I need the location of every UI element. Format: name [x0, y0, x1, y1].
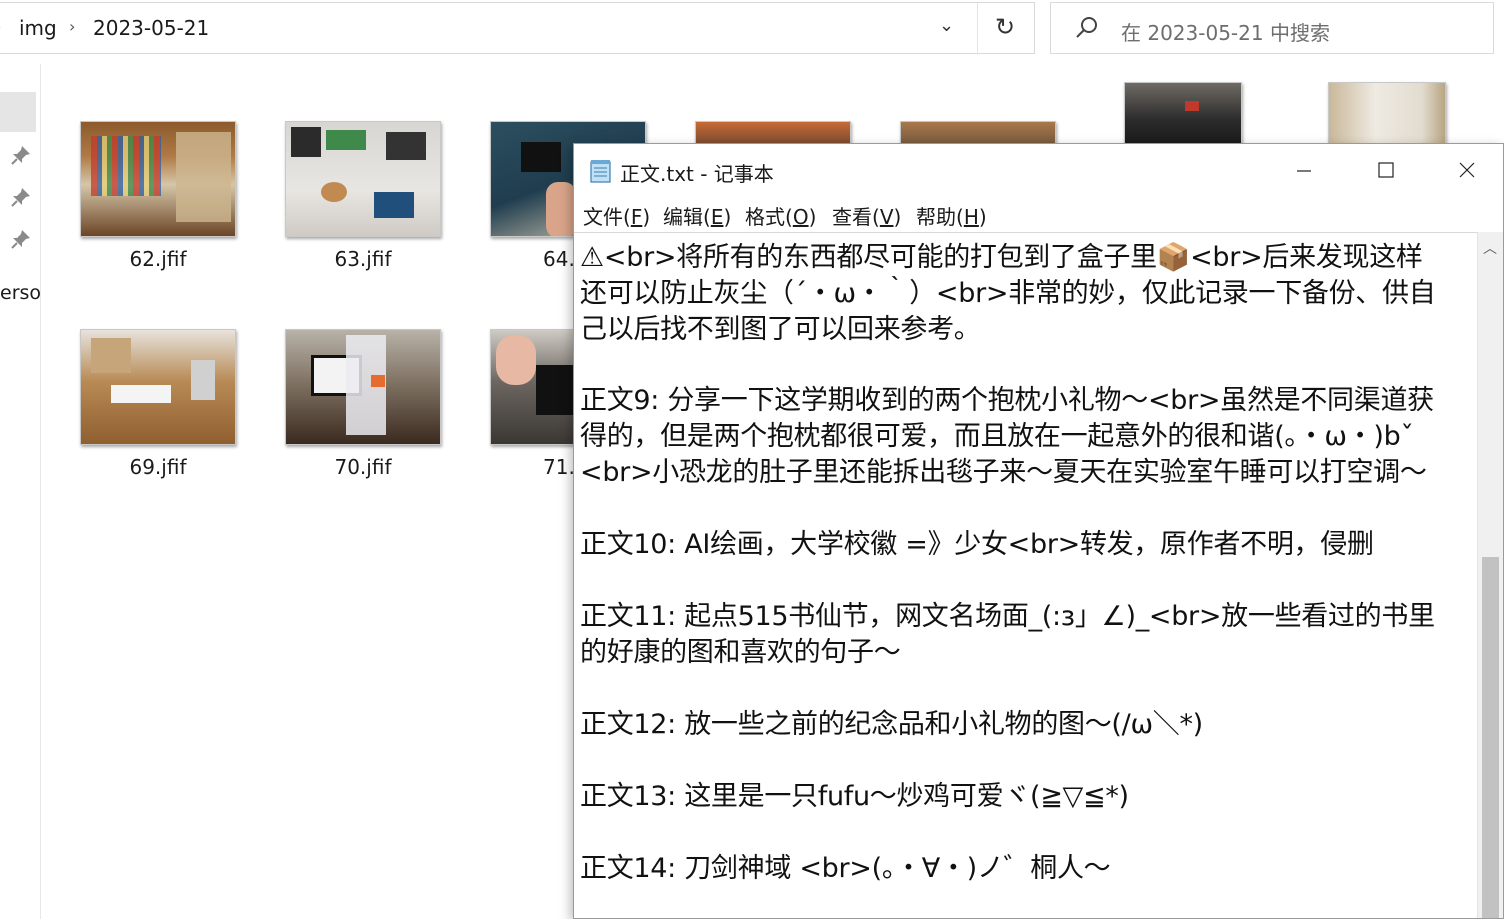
breadcrumb-item-folder[interactable]: 2023-05-21	[93, 16, 209, 40]
address-divider	[977, 3, 978, 55]
text-line: 正文12: 放一些之前的纪念品和小礼物的图～(/ω＼*)	[580, 709, 1203, 740]
scroll-up-arrow-icon[interactable]: ︿	[1483, 238, 1497, 258]
file-thumbnail[interactable]	[1124, 82, 1242, 146]
file-name: 62.jfif	[129, 247, 187, 271]
menu-file[interactable]: 文件(F)	[583, 201, 650, 230]
search-icon	[1076, 17, 1097, 38]
address-bar[interactable]: › img › 2023-05-21 ⌄ ↻	[0, 2, 1035, 55]
text-line: 得的，但是两个抱枕都很可爱，而且放在一起意外的很和谐(。・ω・)bˇ	[580, 421, 1414, 452]
file-thumbnail[interactable]	[1328, 82, 1446, 146]
file-name: 70.jfif	[334, 455, 392, 479]
pin-icon	[11, 188, 30, 207]
minimize-button[interactable]	[1264, 144, 1344, 196]
file-thumbnail[interactable]: 70.jfif	[285, 329, 441, 479]
photo-floor-items	[80, 329, 236, 445]
maximize-button[interactable]	[1345, 144, 1425, 196]
nav-selected-item[interactable]	[0, 92, 36, 132]
menu-help[interactable]: 帮助(H)	[916, 201, 987, 230]
text-line: <br>小恐龙的肚子里还能拆出毯子来～夏天在实验室午睡可以打空调～	[580, 457, 1427, 488]
text-line: 正文14: 刀剑神域 <br>(。・∀・)ノ゛桐人～	[580, 853, 1111, 884]
search-box[interactable]: 在 2023-05-21 中搜索	[1050, 2, 1494, 54]
file-name: 69.jfif	[129, 455, 187, 479]
text-line: 还可以防止灰尘（´・ω・｀）<br>非常的妙，仅此记录一下备份、供自	[580, 278, 1436, 309]
text-line: ⚠<br>将所有的东西都尽可能的打包到了盒子里📦<br>后来发现这样	[580, 242, 1423, 273]
pin-icon	[11, 230, 30, 249]
text-line: 正文11: 起点515书仙节，网文名场面_(:з」∠)_<br>放一些看过的书里	[580, 601, 1435, 632]
vertical-scrollbar[interactable]: ︿	[1477, 232, 1503, 918]
menu-edit[interactable]: 编辑(E)	[663, 201, 731, 230]
photo-cabinet	[1328, 82, 1446, 146]
search-placeholder: 在 2023-05-21 中搜索	[1121, 21, 1330, 45]
maximize-icon	[1378, 162, 1394, 178]
text-line: 正文9: 分享一下这学期收到的两个抱枕小礼物～<br>虽然是不同渠道获	[580, 385, 1434, 416]
close-icon	[1459, 162, 1475, 178]
pin-icon	[11, 146, 30, 165]
menu-view[interactable]: 查看(V)	[832, 201, 901, 230]
file-thumbnail[interactable]: 69.jfif	[80, 329, 236, 479]
navigation-pane: erso	[0, 64, 41, 919]
breadcrumb-chevron-icon: ›	[0, 17, 1, 36]
minimize-icon	[1297, 170, 1311, 172]
photo-bookshelf	[80, 121, 236, 237]
text-line: 正文10: AI绘画，大学校徽 =》少女<br>转发，原作者不明，侵删	[580, 529, 1374, 560]
notepad-window: 正文.txt - 记事本 文件(F) 编辑(E) 格式(O) 查看(V) 帮助(…	[573, 143, 1504, 919]
window-title: 正文.txt - 记事本	[620, 162, 774, 186]
close-button[interactable]	[1426, 144, 1504, 196]
photo-desk	[1124, 82, 1242, 146]
scrollbar-thumb[interactable]	[1482, 557, 1499, 918]
notepad-titlebar[interactable]: 正文.txt - 记事本	[574, 144, 1503, 196]
file-name: 63.jfif	[334, 247, 392, 271]
text-line: 的好康的图和喜欢的句子～	[580, 637, 901, 668]
photo-desk-setup	[285, 329, 441, 445]
breadcrumb-chevron-icon: ›	[69, 17, 76, 36]
refresh-icon[interactable]: ↻	[995, 13, 1015, 41]
breadcrumb-item-img[interactable]: img	[19, 16, 57, 40]
text-editor-area[interactable]: ⚠<br>将所有的东西都尽可能的打包到了盒子里📦<br>后来发现这样 还可以防止…	[574, 232, 1477, 918]
nav-item-partial-label[interactable]: erso	[0, 282, 41, 304]
file-thumbnail[interactable]: 62.jfif	[80, 121, 236, 271]
history-dropdown-icon[interactable]: ⌄	[939, 15, 954, 36]
notepad-app-icon	[590, 160, 611, 183]
notepad-menubar: 文件(F) 编辑(E) 格式(O) 查看(V) 帮助(H)	[574, 198, 1503, 230]
menu-format[interactable]: 格式(O)	[745, 201, 816, 230]
photo-workbench	[285, 121, 441, 237]
text-line: 正文13: 这里是一只fufu～炒鸡可爱ヾ(≧▽≦*)	[580, 781, 1129, 812]
text-line: 己以后找不到图了可以回来参考。	[580, 314, 981, 345]
file-thumbnail[interactable]: 63.jfif	[285, 121, 441, 271]
